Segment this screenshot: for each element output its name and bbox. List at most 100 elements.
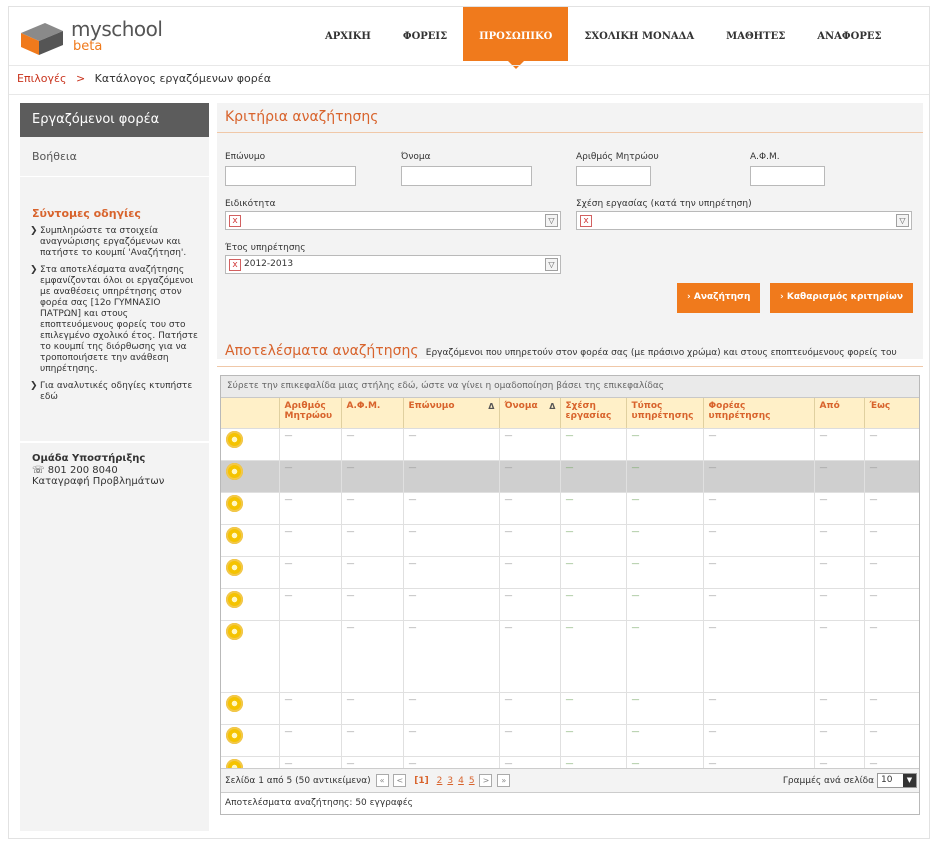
table-row[interactable]: — — — — — — — — — (221, 724, 919, 757)
gear-icon[interactable] (226, 726, 243, 744)
table-row[interactable]: — — — — — — — — — (221, 556, 919, 589)
table-row[interactable]: — — — — — — — — — (221, 692, 919, 725)
chevron-down-icon[interactable]: ▽ (545, 214, 558, 227)
table-cell: — (864, 556, 919, 589)
name-field[interactable] (401, 166, 532, 186)
nav-item[interactable]: ΑΝΑΦΟΡΕΣ (801, 7, 897, 59)
clear-icon[interactable]: x (580, 215, 592, 227)
results-title: Αποτελέσματα αναζήτησης (225, 343, 419, 359)
name-label: Όνομα (401, 152, 431, 162)
column-header[interactable]: Επώνυμο Δ (403, 398, 500, 429)
table-cell: — (499, 460, 561, 493)
nav-item[interactable]: ΦΟΡΕΙΣ (387, 7, 463, 59)
gear-icon[interactable] (226, 694, 243, 712)
column-header[interactable]: Α.Φ.Μ. (341, 398, 404, 429)
prev-page-button[interactable]: < (393, 774, 407, 787)
nav-item[interactable]: ΑΡΧΙΚΗ (309, 7, 387, 59)
column-header[interactable] (221, 398, 280, 429)
chevron-down-icon[interactable]: ▼ (903, 774, 916, 787)
table-cell: — (403, 692, 500, 725)
column-header[interactable]: Αριθμός Μητρώου (279, 398, 342, 429)
row-action-cell (221, 460, 280, 493)
registry-label: Αριθμός Μητρώου (576, 152, 659, 162)
column-header[interactable]: Σχέση εργασίας (560, 398, 627, 429)
rows-per-page: Γραμμές ανά σελίδα 10 ▼ (783, 773, 917, 788)
table-cell: — (626, 492, 704, 525)
table-cell: — (560, 692, 627, 725)
surname-field[interactable] (225, 166, 356, 186)
column-header[interactable]: Όνομα Δ (499, 398, 561, 429)
gear-icon[interactable] (226, 622, 243, 640)
page-link[interactable]: 4 (458, 776, 464, 786)
table-row[interactable]: — — — — — — — — — (221, 524, 919, 557)
phone-icon: ☏ (32, 465, 45, 476)
shortcut-item: ❯ Στα αποτελέσματα αναζήτησης εμφανίζοντα… (30, 265, 198, 374)
sidebar-help-link[interactable]: Βοήθεια (20, 137, 209, 177)
table-row[interactable]: — — — — — — — — — (221, 588, 919, 621)
logo-mark-icon (21, 23, 63, 55)
rows-per-page-select[interactable]: 10 ▼ (877, 773, 917, 788)
shortcut-item: ❯ Συμπληρώστε τα στοιχεία αναγνώρισης εργ… (30, 226, 187, 258)
column-header[interactable]: Έως (864, 398, 919, 429)
last-page-button[interactable]: » (497, 774, 511, 787)
chevron-right-icon: ❯ (30, 265, 38, 275)
results-grid: Σύρετε την επικεφαλίδα μιας στήλης εδώ, … (220, 375, 920, 815)
report-problems-link[interactable]: Καταγραφή Προβλημάτων (32, 476, 197, 487)
gear-icon[interactable] (226, 558, 243, 576)
gear-icon[interactable] (226, 462, 243, 480)
table-row[interactable]: — — — — — — — — (221, 620, 919, 693)
nav-item[interactable]: ΜΑΘΗΤΕΣ (710, 7, 801, 59)
specialty-select[interactable]: x ▽ (225, 211, 561, 230)
year-select[interactable]: x 2012-2013 ▽ (225, 255, 561, 274)
results-header: Αποτελέσματα αναζήτησης Εργαζόμενοι που … (217, 339, 923, 367)
current-page: [1] (414, 776, 429, 786)
column-header[interactable]: Φορέας υπηρέτησης (703, 398, 815, 429)
table-cell: — (864, 428, 919, 461)
table-cell: — (341, 620, 404, 693)
clear-icon[interactable]: x (229, 215, 241, 227)
gear-icon[interactable] (226, 590, 243, 608)
breadcrumb-link[interactable]: Επιλογές (17, 72, 66, 85)
chevron-right-icon: › (687, 292, 691, 302)
registry-field[interactable] (576, 166, 651, 186)
table-cell: — (560, 588, 627, 621)
page-link[interactable]: 3 (447, 776, 453, 786)
table-cell: — (864, 692, 919, 725)
page-link[interactable]: 2 (437, 776, 443, 786)
table-row[interactable]: — — — — — — — — — (221, 428, 919, 461)
gear-icon[interactable] (226, 494, 243, 512)
next-page-button[interactable]: > (479, 774, 493, 787)
table-cell: — (814, 524, 865, 557)
table-cell: — (626, 524, 704, 557)
chevron-down-icon[interactable]: ▽ (896, 214, 909, 227)
clear-criteria-button[interactable]: › Καθαρισμός κριτηρίων (770, 283, 914, 313)
relation-select[interactable]: x ▽ (576, 211, 912, 230)
table-cell: — (341, 692, 404, 725)
nav-item[interactable]: ΣΧΟΛΙΚΗ ΜΟΝΑΔΑ (568, 7, 710, 59)
gear-icon[interactable] (226, 526, 243, 544)
first-page-button[interactable]: « (375, 774, 389, 787)
column-header[interactable]: Από (814, 398, 865, 429)
chevron-right-icon: ❯ (30, 381, 38, 391)
page-link[interactable]: 5 (469, 776, 475, 786)
table-row[interactable]: — — — — — — — — — (221, 492, 919, 525)
table-cell: — (703, 460, 815, 493)
year-label: Έτος υπηρέτησης (225, 243, 306, 253)
group-by-bar[interactable]: Σύρετε την επικεφαλίδα μιας στήλης εδώ, … (221, 376, 919, 398)
surname-label: Επώνυμο (225, 152, 266, 162)
table-cell: — (279, 724, 342, 757)
column-header[interactable]: Τύπος υπηρέτησης (626, 398, 704, 429)
afm-field[interactable] (750, 166, 825, 186)
nav-item[interactable]: ΠΡΟΣΩΠΙΚΟ (463, 7, 569, 69)
gear-icon[interactable] (226, 430, 243, 448)
table-row[interactable]: — — — — — — — — — (221, 460, 919, 493)
table-cell: — (703, 492, 815, 525)
logo[interactable]: myschool beta (21, 17, 163, 57)
table-cell: — (403, 524, 500, 557)
page-links: 2345 (432, 776, 475, 786)
search-button[interactable]: › Αναζήτηση (677, 283, 761, 313)
shortcut-item[interactable]: ❯ Για αναλυτικές οδηγίες κτυπήστε εδώ (30, 381, 199, 403)
clear-icon[interactable]: x (229, 259, 241, 271)
table-cell: — (560, 492, 627, 525)
chevron-down-icon[interactable]: ▽ (545, 258, 558, 271)
